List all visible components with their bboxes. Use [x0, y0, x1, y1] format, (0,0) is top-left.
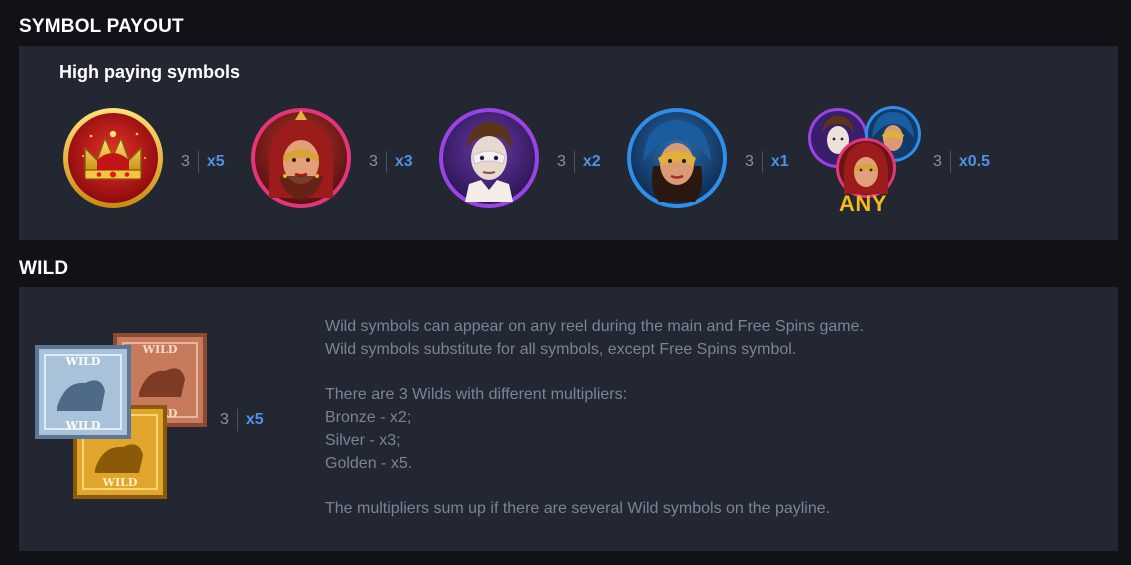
payout-count: 3 [745, 153, 754, 170]
payout-count: 3 [181, 153, 190, 170]
wild-desc-line: Wild symbols substitute for all symbols,… [325, 340, 797, 358]
wild-desc-line: Silver - x3; [325, 431, 401, 449]
red-lady-payout: 3 x3 [369, 151, 413, 173]
wild-desc-line: There are 3 Wilds with different multipl… [325, 386, 628, 404]
payout-multiplier: x1 [770, 153, 789, 170]
silver-wild-bottom-label: WILD [65, 419, 101, 432]
wild-panel: WILD WILD WILD WILD WILD 3 x5 [19, 287, 1118, 551]
blue-mask-lady-payout: 3 x1 [745, 151, 789, 173]
wild-desc-line: The multipliers sum up if there are seve… [325, 500, 831, 518]
symbol-payout-title: SYMBOL PAYOUT [19, 16, 184, 37]
wild-desc-line: Wild symbols can appear on any reel duri… [325, 318, 864, 335]
crown-symbol-icon [61, 106, 165, 210]
white-mask-man-payout: 3 x2 [557, 151, 601, 173]
payout-count: 3 [557, 153, 566, 170]
crown-payout: 3 x5 [181, 151, 225, 173]
wild-desc-blank [325, 362, 864, 385]
high-paying-heading: High paying symbols [59, 62, 241, 82]
payout-multiplier: x0.5 [958, 153, 991, 170]
wild-desc-blank [325, 476, 864, 499]
payout-count: 3 [933, 153, 942, 170]
payout-count: 3 [369, 153, 378, 170]
payout-multiplier: x5 [206, 153, 225, 170]
silver-wild-icon: WILD WILD [35, 345, 131, 439]
wild-description: Wild symbols can appear on any reel duri… [325, 316, 864, 521]
wild-desc-line: Bronze - x2; [325, 409, 412, 427]
payout-multiplier: x2 [582, 153, 601, 170]
payout-count: 3 [220, 411, 229, 428]
payout-multiplier: x3 [394, 153, 413, 170]
any-label: ANY [839, 191, 887, 216]
symbol-payout-panel: High paying symbols 3 x5 3 x3 3 x2 3 x1 … [19, 46, 1118, 240]
blue-mask-lady-symbol-icon [625, 106, 729, 210]
payout-multiplier: x5 [245, 411, 264, 428]
wild-title: WILD [19, 258, 69, 279]
wild-desc-line: Golden - x5. [325, 454, 413, 472]
wild-payout: 3 x5 [220, 409, 264, 431]
wild-symbols-icon: WILD WILD WILD WILD WILD [35, 333, 215, 503]
golden-wild-label: WILD [102, 476, 138, 489]
red-lady-symbol-icon [249, 106, 353, 210]
white-mask-man-symbol-icon [437, 106, 541, 210]
bronze-wild-top-label: WILD [142, 343, 178, 356]
silver-wild-top-label: WILD [65, 355, 101, 368]
any-payout: 3 x0.5 [933, 151, 990, 173]
